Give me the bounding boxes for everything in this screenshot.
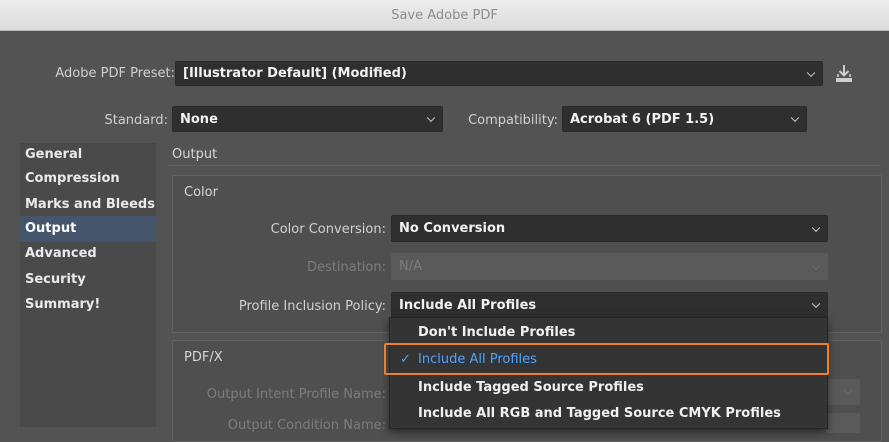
compatibility-select[interactable]: Acrobat 6 (PDF 1.5)	[562, 106, 807, 132]
save-preset-icon[interactable]	[832, 63, 856, 85]
destination-value: N/A	[399, 259, 422, 274]
pdfx-group-title: PDF/X	[184, 350, 223, 365]
selection-highlight-outline	[384, 343, 829, 375]
chevron-down-icon	[843, 386, 853, 396]
profile-policy-label: Profile Inclusion Policy:	[238, 299, 386, 314]
chevron-down-icon	[790, 113, 800, 123]
sidebar-nav: General Compression Marks and Bleeds Out…	[20, 143, 156, 427]
chevron-down-icon	[811, 223, 821, 232]
standard-value: None	[180, 111, 218, 127]
menu-option-label: Don't Include Profiles	[418, 325, 576, 340]
profile-policy-value: Include All Profiles	[399, 297, 537, 313]
menu-option-label: Include Tagged Source Profiles	[418, 380, 644, 395]
compatibility-label: Compatibility:	[468, 113, 558, 128]
chevron-down-icon	[806, 68, 816, 77]
menu-option-include-tagged-source-profiles[interactable]: Include Tagged Source Profiles	[390, 375, 827, 401]
output-condition-label: Output Condition Name:	[227, 418, 386, 433]
sidebar-item-compression[interactable]: Compression	[20, 167, 156, 194]
output-condition-field	[826, 413, 860, 433]
window-title: Save Adobe PDF	[391, 7, 498, 23]
menu-option-label: Include All RGB and Tagged Source CMYK P…	[418, 406, 781, 421]
destination-label: Destination:	[307, 260, 386, 275]
sidebar-item-general[interactable]: General	[20, 143, 156, 167]
preset-select[interactable]: [Illustrator Default] (Modified)	[175, 61, 823, 86]
section-title: Output	[172, 147, 218, 162]
sidebar-item-security[interactable]: Security	[20, 266, 156, 294]
output-intent-label: Output Intent Profile Name:	[206, 387, 386, 402]
color-conversion-value: No Conversion	[399, 221, 506, 236]
standard-label: Standard:	[104, 113, 168, 128]
sidebar-item-output[interactable]: Output	[20, 216, 156, 242]
destination-select: N/A	[391, 253, 828, 280]
window-title-bar: Save Adobe PDF	[0, 0, 889, 31]
chevron-down-icon	[811, 299, 821, 309]
preset-value: [Illustrator Default] (Modified)	[183, 66, 407, 81]
chevron-down-icon	[811, 261, 821, 270]
menu-option-include-all-rgb-and-tagged-source-cmyk[interactable]: Include All RGB and Tagged Source CMYK P…	[390, 401, 827, 427]
section-divider	[168, 165, 880, 166]
chevron-down-icon	[426, 113, 436, 123]
preset-label: Adobe PDF Preset:	[55, 66, 175, 81]
sidebar-item-summary[interactable]: Summary!	[20, 294, 156, 316]
standard-select[interactable]: None	[172, 106, 443, 132]
sidebar-item-marks-and-bleeds[interactable]: Marks and Bleeds	[20, 194, 156, 216]
sidebar-item-advanced[interactable]: Advanced	[20, 242, 156, 266]
output-intent-select	[826, 379, 860, 405]
color-conversion-label: Color Conversion:	[270, 222, 386, 237]
compatibility-value: Acrobat 6 (PDF 1.5)	[570, 111, 715, 127]
profile-policy-select[interactable]: Include All Profiles	[391, 292, 828, 318]
color-group-title: Color	[184, 185, 218, 200]
color-conversion-select[interactable]: No Conversion	[391, 215, 828, 242]
